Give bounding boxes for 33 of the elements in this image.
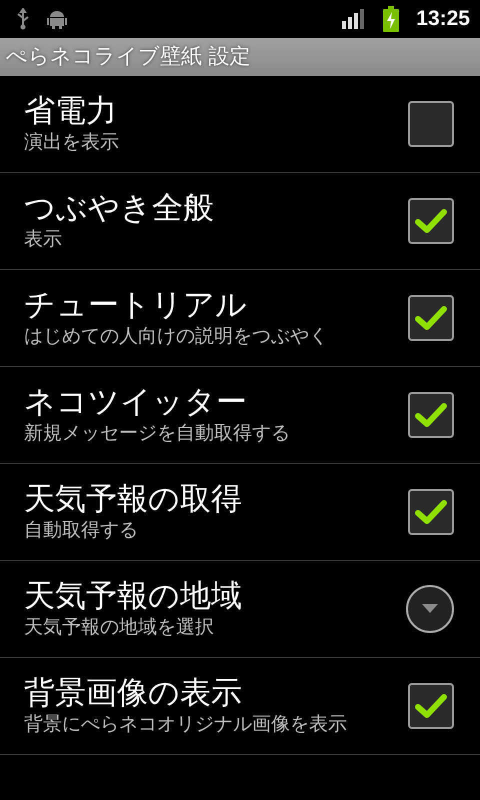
checkmark-icon <box>415 305 447 331</box>
checkbox[interactable] <box>408 101 454 147</box>
setting-summary: はじめての人向けの説明をつぶやく <box>24 324 329 349</box>
checkbox[interactable] <box>408 489 454 535</box>
setting-title: 天気予報の取得 <box>24 481 243 518</box>
battery-charging-icon <box>382 6 400 32</box>
dropdown-button[interactable] <box>406 585 454 633</box>
signal-icon <box>342 8 366 30</box>
setting-title: 天気予報の地域 <box>24 578 243 616</box>
checkmark-icon <box>415 693 447 719</box>
setting-title: ネコツイッター <box>24 384 248 422</box>
setting-title: チュートリアル <box>24 287 248 324</box>
checkmark-icon <box>415 402 447 428</box>
setting-title: つぶやき全般 <box>24 190 215 228</box>
screen-title: ぺらネコライブ壁紙 設定 <box>6 43 251 70</box>
checkbox[interactable] <box>408 683 454 729</box>
checkbox[interactable] <box>408 295 454 341</box>
setting-summary: 自動取得する <box>24 518 139 543</box>
checkbox[interactable] <box>408 198 454 244</box>
android-icon <box>46 8 68 30</box>
setting-title: 省電力 <box>24 93 118 130</box>
usb-icon <box>16 8 30 30</box>
setting-summary: 表示 <box>24 227 63 252</box>
setting-summary: 新規メッセージを自動取得する <box>24 421 291 446</box>
setting-summary: 天気予報の地域を選択 <box>24 615 215 640</box>
setting-title: 背景画像の表示 <box>24 675 243 712</box>
caret-down-icon <box>422 604 438 614</box>
setting-summary: 背景にぺらネコオリジナル画像を表示 <box>24 712 348 737</box>
checkbox[interactable] <box>408 392 454 438</box>
clock: 13:25 <box>416 6 470 32</box>
checkmark-icon <box>415 208 447 234</box>
checkmark-icon <box>415 499 447 525</box>
setting-summary: 演出を表示 <box>24 130 120 155</box>
